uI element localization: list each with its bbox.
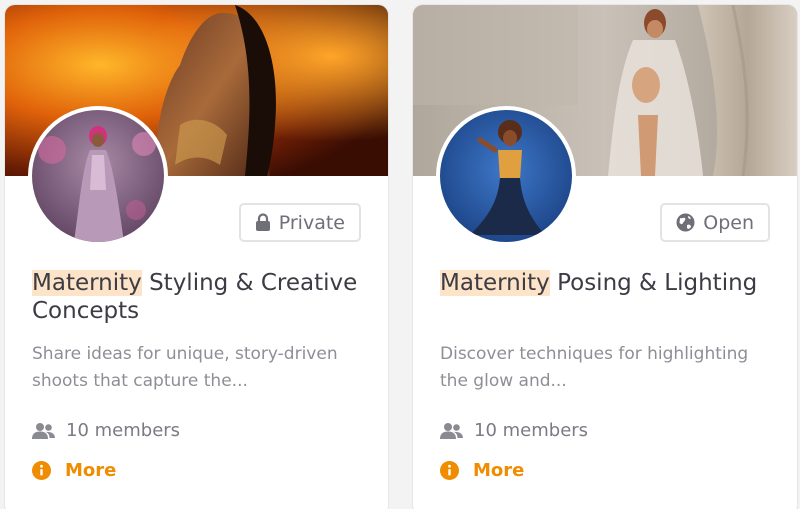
more-button[interactable]: More <box>32 460 116 481</box>
members-label: 10 members <box>474 420 589 441</box>
group-title[interactable]: Maternity Posing & Lighting <box>440 269 780 297</box>
info-icon <box>32 461 51 480</box>
title-rest: Posing & Lighting <box>549 270 758 296</box>
group-card[interactable]: Open Maternity Posing & Lighting Discove… <box>413 5 797 509</box>
access-label: Open <box>703 211 754 234</box>
title-highlight: Maternity <box>440 270 550 296</box>
info-icon <box>440 461 459 480</box>
group-description: Discover techniques for highlighting the… <box>440 344 749 391</box>
members-icon <box>440 422 464 440</box>
group-card[interactable]: Private Maternity Styling & Creative Con… <box>5 5 388 509</box>
globe-icon <box>676 213 695 232</box>
members-icon <box>32 422 56 440</box>
group-description: Share ideas for unique, story-driven sho… <box>32 344 338 391</box>
title-highlight: Maternity <box>32 270 142 296</box>
group-title[interactable]: Maternity Styling & Creative Concepts <box>32 269 372 325</box>
members-label: 10 members <box>66 420 181 441</box>
access-badge: Private <box>238 203 361 242</box>
access-label: Private <box>278 211 345 234</box>
more-label: More <box>65 460 117 481</box>
lock-icon <box>255 213 271 232</box>
more-label: More <box>473 460 525 481</box>
group-avatar[interactable] <box>28 106 168 246</box>
access-badge: Open <box>660 203 770 242</box>
member-count: 10 members <box>440 420 588 441</box>
group-avatar[interactable] <box>436 106 576 246</box>
more-button[interactable]: More <box>440 460 524 481</box>
member-count: 10 members <box>32 420 180 441</box>
